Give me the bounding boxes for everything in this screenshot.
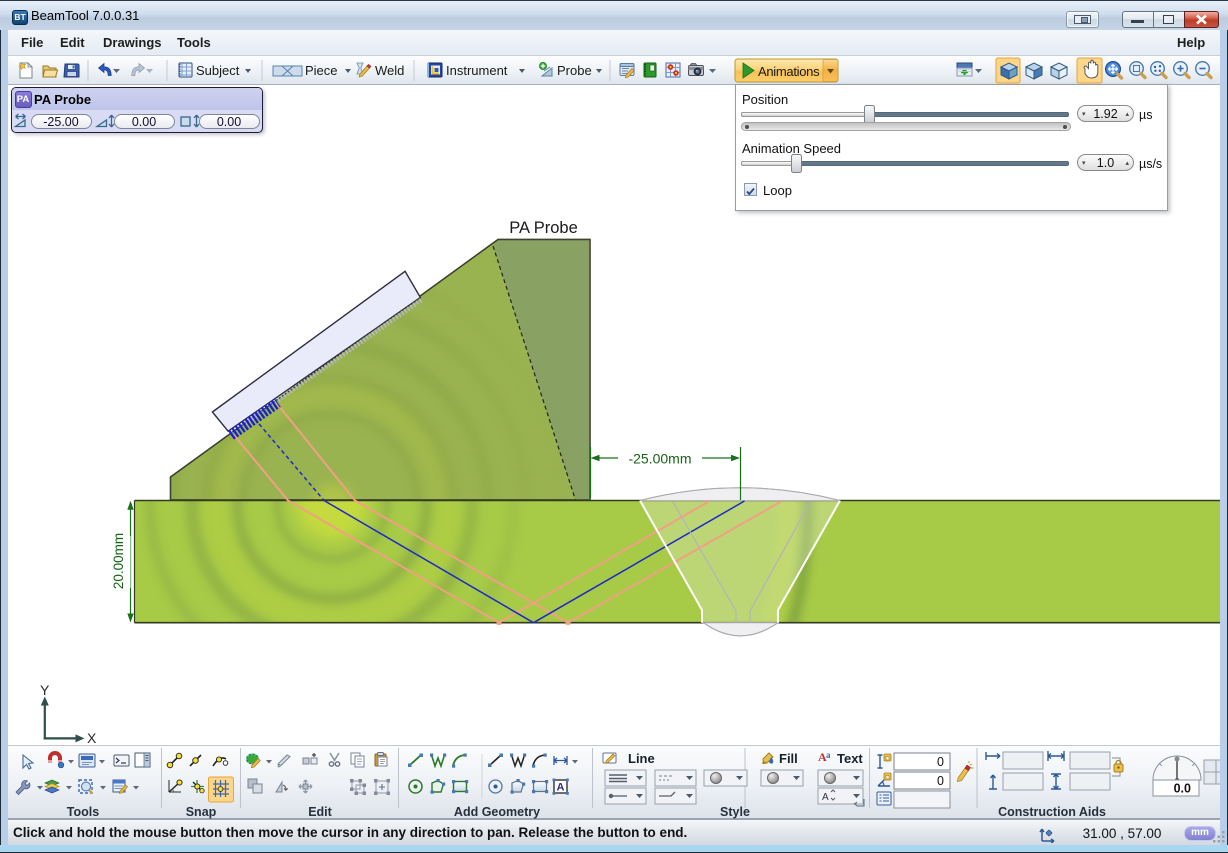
svg-text:0: 0	[937, 774, 944, 788]
svg-text:X: X	[87, 730, 97, 745]
svg-text:Y: Y	[40, 682, 50, 698]
svg-text:PA Probe: PA Probe	[509, 219, 578, 237]
svg-text:a: a	[826, 750, 831, 760]
svg-text:A: A	[557, 782, 565, 794]
svg-text:20.00mm: 20.00mm	[111, 533, 126, 589]
svg-text:0: 0	[937, 755, 944, 769]
svg-text:0.0: 0.0	[1174, 782, 1191, 796]
svg-text:A: A	[822, 792, 829, 803]
svg-text:-25.00mm: -25.00mm	[628, 451, 691, 467]
